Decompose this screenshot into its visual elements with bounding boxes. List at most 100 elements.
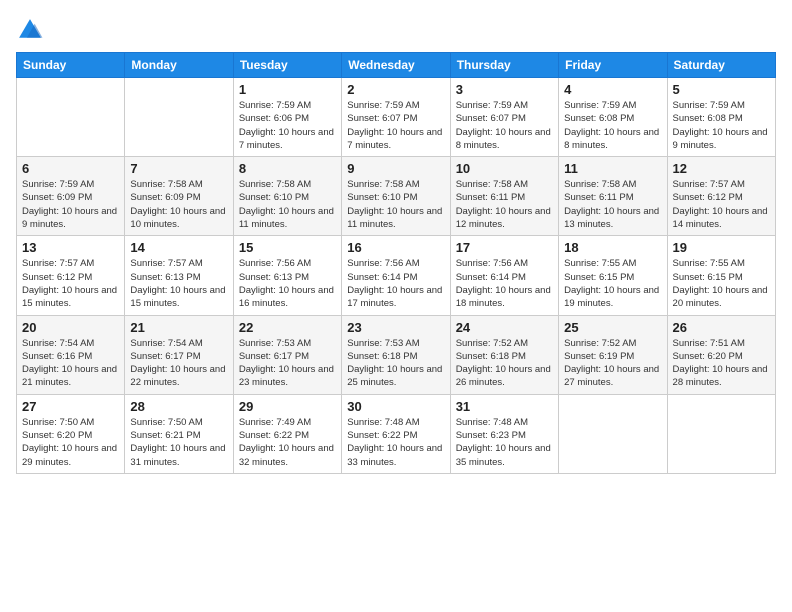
day-number: 15: [239, 240, 336, 255]
day-number: 29: [239, 399, 336, 414]
calendar-cell: 12 Sunrise: 7:57 AM Sunset: 6:12 PM Dayli…: [667, 157, 775, 236]
day-info: Sunrise: 7:53 AM Sunset: 6:17 PM Dayligh…: [239, 337, 336, 390]
day-number: 13: [22, 240, 119, 255]
day-number: 14: [130, 240, 227, 255]
day-info: Sunrise: 7:57 AM Sunset: 6:13 PM Dayligh…: [130, 257, 227, 310]
day-number: 23: [347, 320, 444, 335]
calendar-header-row: SundayMondayTuesdayWednesdayThursdayFrid…: [17, 53, 776, 78]
day-number: 2: [347, 82, 444, 97]
day-number: 4: [564, 82, 661, 97]
day-of-week-saturday: Saturday: [667, 53, 775, 78]
day-of-week-monday: Monday: [125, 53, 233, 78]
calendar-cell: 15 Sunrise: 7:56 AM Sunset: 6:13 PM Dayli…: [233, 236, 341, 315]
day-number: 28: [130, 399, 227, 414]
calendar-cell: 31 Sunrise: 7:48 AM Sunset: 6:23 PM Dayli…: [450, 394, 558, 473]
day-number: 20: [22, 320, 119, 335]
day-number: 26: [673, 320, 770, 335]
calendar-cell: 26 Sunrise: 7:51 AM Sunset: 6:20 PM Dayli…: [667, 315, 775, 394]
calendar-table: SundayMondayTuesdayWednesdayThursdayFrid…: [16, 52, 776, 474]
day-number: 8: [239, 161, 336, 176]
day-info: Sunrise: 7:59 AM Sunset: 6:06 PM Dayligh…: [239, 99, 336, 152]
day-info: Sunrise: 7:57 AM Sunset: 6:12 PM Dayligh…: [22, 257, 119, 310]
day-number: 12: [673, 161, 770, 176]
day-info: Sunrise: 7:59 AM Sunset: 6:07 PM Dayligh…: [347, 99, 444, 152]
logo-icon: [16, 16, 44, 44]
page-header: [16, 16, 776, 44]
day-info: Sunrise: 7:51 AM Sunset: 6:20 PM Dayligh…: [673, 337, 770, 390]
day-number: 18: [564, 240, 661, 255]
calendar-cell: [17, 78, 125, 157]
day-of-week-thursday: Thursday: [450, 53, 558, 78]
day-info: Sunrise: 7:56 AM Sunset: 6:13 PM Dayligh…: [239, 257, 336, 310]
day-number: 27: [22, 399, 119, 414]
day-number: 6: [22, 161, 119, 176]
calendar-cell: 11 Sunrise: 7:58 AM Sunset: 6:11 PM Dayli…: [559, 157, 667, 236]
calendar-week-3: 13 Sunrise: 7:57 AM Sunset: 6:12 PM Dayli…: [17, 236, 776, 315]
calendar-cell: [559, 394, 667, 473]
calendar-week-4: 20 Sunrise: 7:54 AM Sunset: 6:16 PM Dayli…: [17, 315, 776, 394]
calendar-cell: 5Sunrise: 7:59 AM Sunset: 6:08 PM Daylig…: [667, 78, 775, 157]
day-number: 30: [347, 399, 444, 414]
calendar-cell: 22Sunrise: 7:53 AM Sunset: 6:17 PM Dayli…: [233, 315, 341, 394]
day-info: Sunrise: 7:50 AM Sunset: 6:21 PM Dayligh…: [130, 416, 227, 469]
day-number: 7: [130, 161, 227, 176]
calendar-cell: 8 Sunrise: 7:58 AM Sunset: 6:10 PM Daylig…: [233, 157, 341, 236]
day-info: Sunrise: 7:58 AM Sunset: 6:11 PM Dayligh…: [456, 178, 553, 231]
calendar-cell: 14 Sunrise: 7:57 AM Sunset: 6:13 PM Dayli…: [125, 236, 233, 315]
calendar-cell: 13 Sunrise: 7:57 AM Sunset: 6:12 PM Dayli…: [17, 236, 125, 315]
day-info: Sunrise: 7:55 AM Sunset: 6:15 PM Dayligh…: [564, 257, 661, 310]
calendar-cell: 21 Sunrise: 7:54 AM Sunset: 6:17 PM Dayli…: [125, 315, 233, 394]
day-number: 1: [239, 82, 336, 97]
calendar-cell: 2 Sunrise: 7:59 AM Sunset: 6:07 PM Daylig…: [342, 78, 450, 157]
calendar-cell: 17 Sunrise: 7:56 AM Sunset: 6:14 PM Dayli…: [450, 236, 558, 315]
day-number: 25: [564, 320, 661, 335]
day-info: Sunrise: 7:56 AM Sunset: 6:14 PM Dayligh…: [347, 257, 444, 310]
logo: [16, 16, 48, 44]
day-number: 19: [673, 240, 770, 255]
calendar-cell: 27 Sunrise: 7:50 AM Sunset: 6:20 PM Dayli…: [17, 394, 125, 473]
day-info: Sunrise: 7:48 AM Sunset: 6:23 PM Dayligh…: [456, 416, 553, 469]
calendar-week-1: 1 Sunrise: 7:59 AM Sunset: 6:06 PM Daylig…: [17, 78, 776, 157]
day-of-week-tuesday: Tuesday: [233, 53, 341, 78]
calendar-cell: 24 Sunrise: 7:52 AM Sunset: 6:18 PM Dayli…: [450, 315, 558, 394]
day-info: Sunrise: 7:59 AM Sunset: 6:09 PM Dayligh…: [22, 178, 119, 231]
day-info: Sunrise: 7:53 AM Sunset: 6:18 PM Dayligh…: [347, 337, 444, 390]
day-info: Sunrise: 7:58 AM Sunset: 6:10 PM Dayligh…: [239, 178, 336, 231]
calendar-cell: 7 Sunrise: 7:58 AM Sunset: 6:09 PM Daylig…: [125, 157, 233, 236]
day-number: 31: [456, 399, 553, 414]
day-info: Sunrise: 7:50 AM Sunset: 6:20 PM Dayligh…: [22, 416, 119, 469]
calendar-cell: 3 Sunrise: 7:59 AM Sunset: 6:07 PM Daylig…: [450, 78, 558, 157]
day-number: 24: [456, 320, 553, 335]
day-info: Sunrise: 7:54 AM Sunset: 6:16 PM Dayligh…: [22, 337, 119, 390]
calendar-cell: 6 Sunrise: 7:59 AM Sunset: 6:09 PM Daylig…: [17, 157, 125, 236]
day-info: Sunrise: 7:58 AM Sunset: 6:11 PM Dayligh…: [564, 178, 661, 231]
calendar-cell: 20 Sunrise: 7:54 AM Sunset: 6:16 PM Dayli…: [17, 315, 125, 394]
day-of-week-friday: Friday: [559, 53, 667, 78]
day-number: 9: [347, 161, 444, 176]
day-number: 21: [130, 320, 227, 335]
calendar-cell: 4Sunrise: 7:59 AM Sunset: 6:08 PM Daylig…: [559, 78, 667, 157]
day-info: Sunrise: 7:56 AM Sunset: 6:14 PM Dayligh…: [456, 257, 553, 310]
calendar-cell: 18 Sunrise: 7:55 AM Sunset: 6:15 PM Dayli…: [559, 236, 667, 315]
day-number: 10: [456, 161, 553, 176]
day-number: 11: [564, 161, 661, 176]
day-info: Sunrise: 7:57 AM Sunset: 6:12 PM Dayligh…: [673, 178, 770, 231]
day-info: Sunrise: 7:59 AM Sunset: 6:07 PM Dayligh…: [456, 99, 553, 152]
day-info: Sunrise: 7:52 AM Sunset: 6:18 PM Dayligh…: [456, 337, 553, 390]
day-info: Sunrise: 7:49 AM Sunset: 6:22 PM Dayligh…: [239, 416, 336, 469]
day-info: Sunrise: 7:58 AM Sunset: 6:10 PM Dayligh…: [347, 178, 444, 231]
calendar-cell: 16 Sunrise: 7:56 AM Sunset: 6:14 PM Dayli…: [342, 236, 450, 315]
calendar-cell: 9 Sunrise: 7:58 AM Sunset: 6:10 PM Daylig…: [342, 157, 450, 236]
calendar-cell: [125, 78, 233, 157]
day-info: Sunrise: 7:55 AM Sunset: 6:15 PM Dayligh…: [673, 257, 770, 310]
calendar-cell: 19 Sunrise: 7:55 AM Sunset: 6:15 PM Dayli…: [667, 236, 775, 315]
day-number: 16: [347, 240, 444, 255]
day-number: 3: [456, 82, 553, 97]
calendar-cell: 1 Sunrise: 7:59 AM Sunset: 6:06 PM Daylig…: [233, 78, 341, 157]
calendar-cell: 10 Sunrise: 7:58 AM Sunset: 6:11 PM Dayli…: [450, 157, 558, 236]
calendar-cell: 28 Sunrise: 7:50 AM Sunset: 6:21 PM Dayli…: [125, 394, 233, 473]
calendar-week-2: 6 Sunrise: 7:59 AM Sunset: 6:09 PM Daylig…: [17, 157, 776, 236]
day-info: Sunrise: 7:54 AM Sunset: 6:17 PM Dayligh…: [130, 337, 227, 390]
day-number: 17: [456, 240, 553, 255]
day-info: Sunrise: 7:58 AM Sunset: 6:09 PM Dayligh…: [130, 178, 227, 231]
